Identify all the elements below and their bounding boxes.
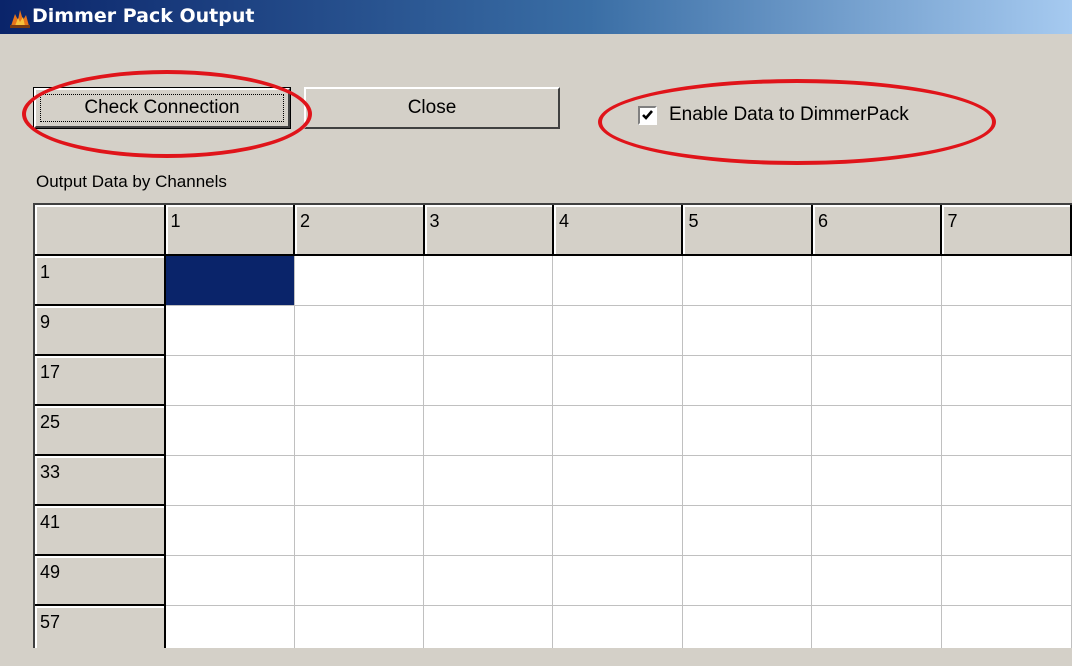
enable-data-option[interactable]: Enable Data to DimmerPack: [638, 104, 909, 126]
column-header[interactable]: 1: [164, 205, 296, 256]
table-row: 33: [35, 455, 1072, 506]
window-title: Dimmer Pack Output: [32, 5, 255, 27]
grid-cell[interactable]: [164, 355, 295, 406]
grid-cell[interactable]: [941, 605, 1072, 648]
row-header[interactable]: 25: [35, 405, 166, 456]
grid-cell[interactable]: [682, 305, 813, 356]
grid-cell[interactable]: [164, 455, 295, 506]
grid-cell[interactable]: [552, 505, 683, 556]
grid-cell[interactable]: [164, 305, 295, 356]
grid-cell[interactable]: [294, 405, 425, 456]
row-header[interactable]: 33: [35, 455, 166, 506]
grid-cell[interactable]: [294, 255, 425, 306]
grid-cell[interactable]: [552, 355, 683, 406]
table-row: 57: [35, 605, 1072, 648]
grid-cell[interactable]: [294, 605, 425, 648]
grid-cell[interactable]: [164, 505, 295, 556]
grid-cell[interactable]: [811, 555, 942, 606]
enable-data-checkbox[interactable]: [638, 105, 657, 125]
grid-cell[interactable]: [294, 305, 425, 356]
grid-cell-selected[interactable]: [164, 255, 295, 306]
grid-cell[interactable]: [682, 405, 813, 456]
channel-table: 1 2 3 4 5 6 7 1 9 17 25 33 41 49 57: [35, 205, 1072, 648]
grid-cell[interactable]: [294, 355, 425, 406]
table-row: 49: [35, 555, 1072, 606]
grid-cell[interactable]: [552, 305, 683, 356]
grid-cell[interactable]: [552, 555, 683, 606]
grid-cell[interactable]: [423, 555, 554, 606]
channel-data-grid[interactable]: 1 2 3 4 5 6 7 1 9 17 25 33 41 49 57: [33, 203, 1072, 648]
close-button[interactable]: Close: [304, 87, 560, 129]
grid-cell[interactable]: [811, 405, 942, 456]
column-header[interactable]: 6: [811, 205, 943, 256]
row-header[interactable]: 17: [35, 355, 166, 406]
checkmark-icon: [642, 109, 653, 120]
grid-cell[interactable]: [811, 255, 942, 306]
grid-cell[interactable]: [552, 255, 683, 306]
grid-cell[interactable]: [811, 605, 942, 648]
grid-cell[interactable]: [164, 405, 295, 456]
grid-cell[interactable]: [552, 455, 683, 506]
grid-cell[interactable]: [294, 505, 425, 556]
column-header[interactable]: 4: [552, 205, 684, 256]
column-header[interactable]: 3: [423, 205, 554, 256]
app-icon: [8, 6, 32, 30]
row-header[interactable]: 1: [35, 255, 166, 306]
grid-cell[interactable]: [682, 355, 813, 406]
grid-corner: [35, 205, 166, 256]
grid-cell[interactable]: [941, 455, 1072, 506]
table-row: 9: [35, 305, 1072, 356]
grid-cell[interactable]: [941, 305, 1072, 356]
grid-cell[interactable]: [423, 455, 554, 506]
grid-cell[interactable]: [164, 555, 295, 606]
column-header[interactable]: 5: [682, 205, 813, 256]
grid-cell[interactable]: [941, 405, 1072, 456]
title-bar: Dimmer Pack Output: [0, 0, 1072, 34]
table-row: 17: [35, 355, 1072, 406]
grid-cell[interactable]: [552, 405, 683, 456]
row-header[interactable]: 9: [35, 305, 166, 356]
table-row: 1: [35, 255, 1072, 306]
grid-cell[interactable]: [164, 605, 295, 648]
grid-cell[interactable]: [423, 305, 554, 356]
row-header[interactable]: 57: [35, 605, 166, 648]
table-row: 41: [35, 505, 1072, 556]
grid-label: Output Data by Channels: [36, 172, 227, 191]
grid-cell[interactable]: [552, 605, 683, 648]
grid-cell[interactable]: [294, 555, 425, 606]
check-connection-label: Check Connection: [40, 94, 284, 122]
grid-cell[interactable]: [294, 455, 425, 506]
grid-cell[interactable]: [811, 355, 942, 406]
column-header[interactable]: 2: [294, 205, 425, 256]
grid-cell[interactable]: [941, 505, 1072, 556]
row-header[interactable]: 49: [35, 555, 166, 606]
grid-cell[interactable]: [423, 355, 554, 406]
grid-cell[interactable]: [682, 455, 813, 506]
grid-cell[interactable]: [941, 255, 1072, 306]
grid-cell[interactable]: [423, 255, 554, 306]
column-header[interactable]: 7: [941, 205, 1072, 256]
grid-cell[interactable]: [941, 555, 1072, 606]
grid-cell[interactable]: [682, 255, 813, 306]
grid-cell[interactable]: [811, 505, 942, 556]
grid-cell[interactable]: [941, 355, 1072, 406]
grid-cell[interactable]: [811, 455, 942, 506]
grid-cell[interactable]: [682, 605, 813, 648]
grid-cell[interactable]: [682, 505, 813, 556]
check-connection-button[interactable]: Check Connection: [33, 87, 291, 129]
grid-cell[interactable]: [423, 605, 554, 648]
table-row: 25: [35, 405, 1072, 456]
grid-cell[interactable]: [423, 505, 554, 556]
grid-cell[interactable]: [811, 305, 942, 356]
row-header[interactable]: 41: [35, 505, 166, 556]
grid-cell[interactable]: [682, 555, 813, 606]
enable-data-label: Enable Data to DimmerPack: [669, 104, 909, 125]
grid-cell[interactable]: [423, 405, 554, 456]
